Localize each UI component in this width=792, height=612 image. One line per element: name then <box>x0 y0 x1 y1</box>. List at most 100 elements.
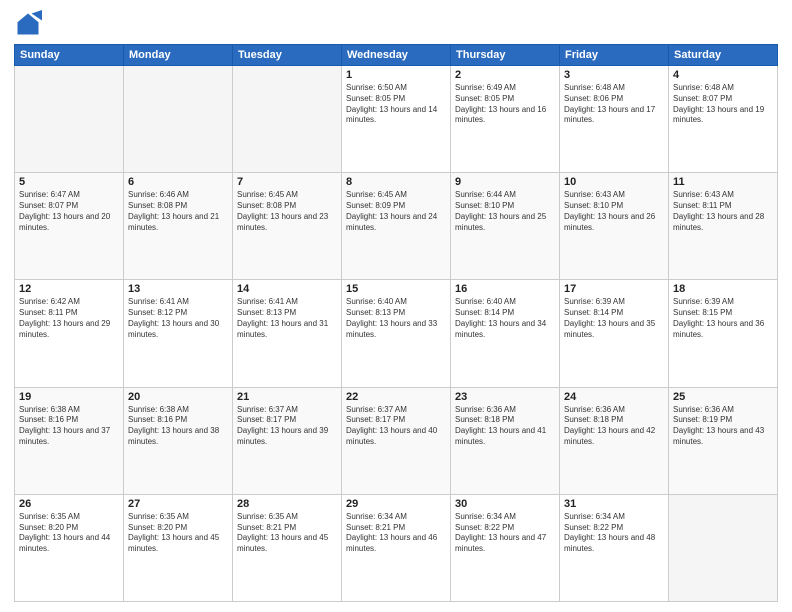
calendar-week-row: 19Sunrise: 6:38 AM Sunset: 8:16 PM Dayli… <box>15 387 778 494</box>
day-number: 10 <box>564 176 664 188</box>
header <box>14 10 778 38</box>
calendar-day-cell: 3 Sunrise: 6:48 AM Sunset: 8:06 PM Daylig… <box>560 66 669 173</box>
day-info: Sunrise: 6:34 AM Sunset: 8:21 PM Dayligh… <box>346 512 446 555</box>
calendar-day-cell: 28Sunrise: 6:35 AM Sunset: 8:21 PM Dayli… <box>233 494 342 601</box>
day-info: Sunrise: 6:40 AM Sunset: 8:13 PM Dayligh… <box>346 297 446 340</box>
calendar-day-cell: 21 Sunrise: 6:37 AM Sunset: 8:17 PM Dayli… <box>233 387 342 494</box>
calendar-day-cell: 10 Sunrise: 6:43 AM Sunset: 8:10 PM Dayli… <box>560 173 669 280</box>
day-number: 27 <box>128 498 228 510</box>
calendar-day-cell: 9 Sunrise: 6:44 AM Sunset: 8:10 PM Daylig… <box>451 173 560 280</box>
day-info: Sunrise: 6:36 AM Sunset: 8:18 PM Dayligh… <box>564 405 664 448</box>
calendar-day-cell: 12 Sunrise: 6:42 AM Sunset: 8:11 PM Dayli… <box>15 280 124 387</box>
day-number: 14 <box>237 283 337 295</box>
day-info: Sunrise: 6:36 AM Sunset: 8:18 PM Dayligh… <box>455 405 555 448</box>
calendar-table: SundayMondayTuesdayWednesdayThursdayFrid… <box>14 44 778 602</box>
day-number: 16 <box>455 283 555 295</box>
day-info: Sunrise: 6:50 AM Sunset: 8:05 PM Dayligh… <box>346 83 446 126</box>
day-number: 26 <box>19 498 119 510</box>
day-info: Sunrise: 6:49 AM Sunset: 8:05 PM Dayligh… <box>455 83 555 126</box>
calendar-day-cell: 16 Sunrise: 6:40 AM Sunset: 8:14 PM Dayli… <box>451 280 560 387</box>
calendar-day-cell: 17 Sunrise: 6:39 AM Sunset: 8:14 PM Dayli… <box>560 280 669 387</box>
calendar-day-cell: 26 Sunrise: 6:35 AM Sunset: 8:20 PM Dayli… <box>15 494 124 601</box>
calendar-day-cell: 7 Sunrise: 6:45 AM Sunset: 8:08 PM Daylig… <box>233 173 342 280</box>
day-info: Sunrise: 6:48 AM Sunset: 8:06 PM Dayligh… <box>564 83 664 126</box>
day-number: 22 <box>346 391 446 403</box>
day-info: Sunrise: 6:37 AM Sunset: 8:17 PM Dayligh… <box>346 405 446 448</box>
calendar-week-row: 12 Sunrise: 6:42 AM Sunset: 8:11 PM Dayli… <box>15 280 778 387</box>
calendar-day-cell: 1 Sunrise: 6:50 AM Sunset: 8:05 PM Daylig… <box>342 66 451 173</box>
day-number: 2 <box>455 69 555 81</box>
calendar-day-cell: 31 Sunrise: 6:34 AM Sunset: 8:22 PM Dayli… <box>560 494 669 601</box>
day-number: 31 <box>564 498 664 510</box>
day-number: 11 <box>673 176 773 188</box>
weekday-header-wednesday: Wednesday <box>342 45 451 66</box>
day-info: Sunrise: 6:48 AM Sunset: 8:07 PM Dayligh… <box>673 83 773 126</box>
day-number: 3 <box>564 69 664 81</box>
day-number: 9 <box>455 176 555 188</box>
weekday-header-row: SundayMondayTuesdayWednesdayThursdayFrid… <box>15 45 778 66</box>
day-number: 18 <box>673 283 773 295</box>
calendar-day-cell: 27 Sunrise: 6:35 AM Sunset: 8:20 PM Dayli… <box>124 494 233 601</box>
calendar-day-cell: 25Sunrise: 6:36 AM Sunset: 8:19 PM Dayli… <box>669 387 778 494</box>
day-info: Sunrise: 6:39 AM Sunset: 8:14 PM Dayligh… <box>564 297 664 340</box>
day-info: Sunrise: 6:44 AM Sunset: 8:10 PM Dayligh… <box>455 190 555 233</box>
day-info: Sunrise: 6:43 AM Sunset: 8:10 PM Dayligh… <box>564 190 664 233</box>
day-info: Sunrise: 6:37 AM Sunset: 8:17 PM Dayligh… <box>237 405 337 448</box>
logo <box>14 10 46 38</box>
calendar-week-row: 5 Sunrise: 6:47 AM Sunset: 8:07 PM Daylig… <box>15 173 778 280</box>
calendar-day-cell <box>233 66 342 173</box>
calendar-day-cell: 8 Sunrise: 6:45 AM Sunset: 8:09 PM Daylig… <box>342 173 451 280</box>
day-info: Sunrise: 6:38 AM Sunset: 8:16 PM Dayligh… <box>19 405 119 448</box>
day-number: 20 <box>128 391 228 403</box>
weekday-header-saturday: Saturday <box>669 45 778 66</box>
calendar-day-cell: 2 Sunrise: 6:49 AM Sunset: 8:05 PM Daylig… <box>451 66 560 173</box>
day-info: Sunrise: 6:35 AM Sunset: 8:20 PM Dayligh… <box>128 512 228 555</box>
logo-icon <box>14 10 42 38</box>
calendar-day-cell: 14 Sunrise: 6:41 AM Sunset: 8:13 PM Dayli… <box>233 280 342 387</box>
calendar-day-cell: 19Sunrise: 6:38 AM Sunset: 8:16 PM Dayli… <box>15 387 124 494</box>
day-info: Sunrise: 6:43 AM Sunset: 8:11 PM Dayligh… <box>673 190 773 233</box>
day-number: 29 <box>346 498 446 510</box>
day-number: 8 <box>346 176 446 188</box>
day-number: 30 <box>455 498 555 510</box>
day-info: Sunrise: 6:40 AM Sunset: 8:14 PM Dayligh… <box>455 297 555 340</box>
calendar-day-cell: 24 Sunrise: 6:36 AM Sunset: 8:18 PM Dayli… <box>560 387 669 494</box>
day-number: 1 <box>346 69 446 81</box>
day-number: 7 <box>237 176 337 188</box>
day-number: 12 <box>19 283 119 295</box>
calendar-day-cell: 23 Sunrise: 6:36 AM Sunset: 8:18 PM Dayli… <box>451 387 560 494</box>
calendar-day-cell: 15 Sunrise: 6:40 AM Sunset: 8:13 PM Dayli… <box>342 280 451 387</box>
calendar-day-cell: 30Sunrise: 6:34 AM Sunset: 8:22 PM Dayli… <box>451 494 560 601</box>
calendar-day-cell: 6Sunrise: 6:46 AM Sunset: 8:08 PM Daylig… <box>124 173 233 280</box>
day-info: Sunrise: 6:38 AM Sunset: 8:16 PM Dayligh… <box>128 405 228 448</box>
calendar-day-cell: 4 Sunrise: 6:48 AM Sunset: 8:07 PM Daylig… <box>669 66 778 173</box>
day-info: Sunrise: 6:45 AM Sunset: 8:08 PM Dayligh… <box>237 190 337 233</box>
calendar-day-cell: 11 Sunrise: 6:43 AM Sunset: 8:11 PM Dayli… <box>669 173 778 280</box>
calendar-day-cell: 22 Sunrise: 6:37 AM Sunset: 8:17 PM Dayli… <box>342 387 451 494</box>
calendar-day-cell: 20 Sunrise: 6:38 AM Sunset: 8:16 PM Dayli… <box>124 387 233 494</box>
weekday-header-friday: Friday <box>560 45 669 66</box>
day-info: Sunrise: 6:34 AM Sunset: 8:22 PM Dayligh… <box>564 512 664 555</box>
day-number: 5 <box>19 176 119 188</box>
calendar-day-cell <box>15 66 124 173</box>
day-info: Sunrise: 6:45 AM Sunset: 8:09 PM Dayligh… <box>346 190 446 233</box>
day-number: 15 <box>346 283 446 295</box>
day-info: Sunrise: 6:47 AM Sunset: 8:07 PM Dayligh… <box>19 190 119 233</box>
calendar-day-cell: 18Sunrise: 6:39 AM Sunset: 8:15 PM Dayli… <box>669 280 778 387</box>
weekday-header-tuesday: Tuesday <box>233 45 342 66</box>
calendar-week-row: 1 Sunrise: 6:50 AM Sunset: 8:05 PM Daylig… <box>15 66 778 173</box>
day-info: Sunrise: 6:41 AM Sunset: 8:12 PM Dayligh… <box>128 297 228 340</box>
day-number: 23 <box>455 391 555 403</box>
day-info: Sunrise: 6:41 AM Sunset: 8:13 PM Dayligh… <box>237 297 337 340</box>
weekday-header-sunday: Sunday <box>15 45 124 66</box>
day-info: Sunrise: 6:35 AM Sunset: 8:20 PM Dayligh… <box>19 512 119 555</box>
weekday-header-thursday: Thursday <box>451 45 560 66</box>
day-number: 17 <box>564 283 664 295</box>
day-number: 4 <box>673 69 773 81</box>
calendar-day-cell: 13Sunrise: 6:41 AM Sunset: 8:12 PM Dayli… <box>124 280 233 387</box>
day-number: 24 <box>564 391 664 403</box>
day-info: Sunrise: 6:46 AM Sunset: 8:08 PM Dayligh… <box>128 190 228 233</box>
calendar-day-cell: 29 Sunrise: 6:34 AM Sunset: 8:21 PM Dayli… <box>342 494 451 601</box>
day-info: Sunrise: 6:42 AM Sunset: 8:11 PM Dayligh… <box>19 297 119 340</box>
day-number: 21 <box>237 391 337 403</box>
